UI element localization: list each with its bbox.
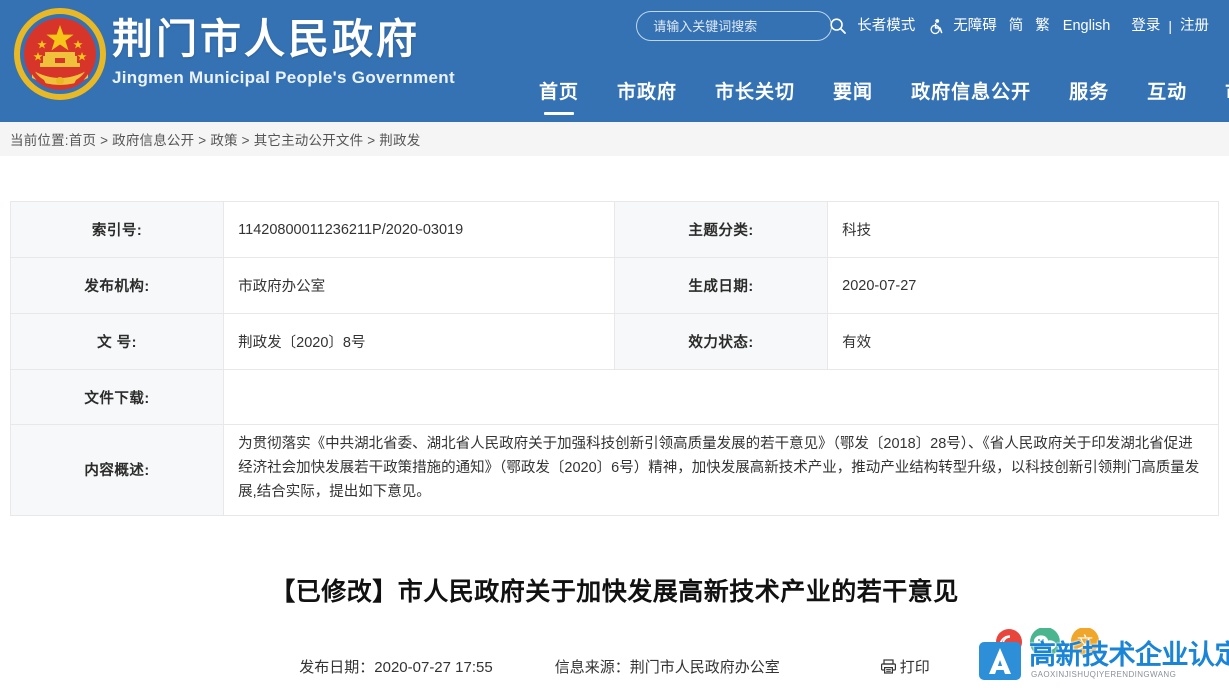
publish-date: 发布日期：2020-07-27 17:55: [299, 658, 493, 676]
page: 荆门市人民政府 Jingmen Municipal People's Gover…: [0, 0, 1229, 688]
accessibility-link[interactable]: 无障碍: [947, 11, 1003, 41]
wheelchair-accessibility-icon[interactable]: [928, 18, 945, 35]
table-row-file-download: 文件下载:: [9, 369, 1219, 425]
print-button[interactable]: 打印: [880, 656, 930, 677]
breadcrumb-bar: 当前位置:首页 > 政府信息公开 > 政策 > 其它主动公开文件 > 荆政发: [0, 122, 1229, 156]
label-content-summary: 内容概述:: [9, 424, 225, 516]
site-header: 荆门市人民政府 Jingmen Municipal People's Gover…: [0, 0, 1229, 122]
main-navigation: 首页 市政府 市长关切 要闻 政府信息公开 服务 互动 市情: [520, 78, 1229, 122]
site-title-en: Jingmen Municipal People's Government: [112, 68, 455, 87]
table-row-content-summary: 内容概述: 为贯彻落实《中共湖北省委、湖北省人民政府关于加强科技创新引领高质量发…: [9, 424, 1219, 516]
nav-item-city-profile[interactable]: 市情: [1206, 78, 1229, 106]
china-national-emblem-icon: [14, 8, 106, 100]
label-issuing-agency: 发布机构:: [9, 257, 225, 314]
print-label: 打印: [899, 658, 930, 676]
article-title: 【已修改】市人民政府关于加快发展高新技术产业的若干意见: [270, 577, 959, 606]
account-separator: |: [1168, 18, 1172, 34]
label-topic-category: 主题分类:: [613, 201, 829, 258]
value-file-download[interactable]: [223, 369, 1219, 425]
register-link[interactable]: 注册: [1174, 11, 1215, 41]
value-validity-status: 有效: [827, 313, 1219, 370]
label-validity-status: 效力状态:: [613, 313, 829, 370]
printer-icon[interactable]: [880, 658, 897, 675]
label-index-number: 索引号:: [9, 201, 225, 258]
value-creation-date: 2020-07-27: [827, 257, 1219, 314]
table-row-issuing-agency: 发布机构: 市政府办公室 生成日期: 2020-07-27: [9, 257, 1219, 314]
nav-item-interaction[interactable]: 互动: [1128, 78, 1206, 106]
login-link[interactable]: 登录: [1125, 11, 1166, 41]
search-input[interactable]: [653, 18, 830, 34]
watermark-pinyin: GAOXINJISHUQIYERENDINGWANG: [1031, 670, 1177, 679]
site-brand: 荆门市人民政府 Jingmen Municipal People's Gover…: [112, 14, 455, 90]
breadcrumb[interactable]: 当前位置:首页 > 政府信息公开 > 政策 > 其它主动公开文件 > 荆政发: [10, 129, 420, 149]
document-info-table: 索引号: 11420800011236211P/2020-03019 主题分类:…: [9, 201, 1219, 516]
simplified-chinese-link[interactable]: 简: [1003, 11, 1030, 41]
elder-mode-link[interactable]: 长者模式: [850, 11, 922, 41]
search-box[interactable]: [636, 11, 847, 41]
main-content: 索引号: 11420800011236211P/2020-03019 主题分类:…: [0, 201, 1229, 677]
nav-item-services[interactable]: 服务: [1050, 78, 1128, 106]
value-topic-category: 科技: [827, 201, 1219, 258]
label-document-number: 文 号:: [9, 313, 225, 370]
nav-item-mayor-concerns[interactable]: 市长关切: [696, 78, 814, 106]
value-index-number: 11420800011236211P/2020-03019: [223, 201, 615, 258]
account-links: 登录 | 注册: [1125, 11, 1215, 41]
nav-item-home[interactable]: 首页: [520, 78, 598, 106]
value-document-number: 荆政发〔2020〕8号: [223, 313, 615, 370]
nav-item-municipal-government[interactable]: 市政府: [598, 78, 696, 106]
header-utility-bar: 长者模式 无障碍 简 繁 English 登录: [636, 10, 1215, 42]
value-issuing-agency: 市政府办公室: [223, 257, 615, 314]
traditional-chinese-link[interactable]: 繁: [1029, 11, 1056, 41]
table-row-document-number: 文 号: 荆政发〔2020〕8号 效力状态: 有效: [9, 313, 1219, 370]
search-icon[interactable]: [829, 17, 847, 35]
nav-item-government-info-disclosure[interactable]: 政府信息公开: [892, 78, 1050, 106]
label-creation-date: 生成日期:: [613, 257, 829, 314]
accessibility-group[interactable]: 无障碍: [922, 11, 1003, 41]
nav-item-news[interactable]: 要闻: [814, 78, 892, 106]
value-content-summary: 为贯彻落实《中共湖北省委、湖北省人民政府关于加强科技创新引领高质量发展的若干意见…: [223, 424, 1219, 516]
table-row-index-number: 索引号: 11420800011236211P/2020-03019 主题分类:…: [9, 201, 1219, 258]
english-link[interactable]: English: [1056, 11, 1118, 41]
watermark-logo: 文 高新技术企业认定网 GAOXINJISHUQIYERENDINGWANG: [973, 628, 1229, 686]
site-title-cn: 荆门市人民政府: [112, 16, 420, 62]
watermark-text: 高新技术企业认定网: [1029, 640, 1229, 670]
label-file-download: 文件下载:: [9, 369, 225, 425]
info-source: 信息来源：荆门市人民政府办公室: [554, 658, 780, 676]
